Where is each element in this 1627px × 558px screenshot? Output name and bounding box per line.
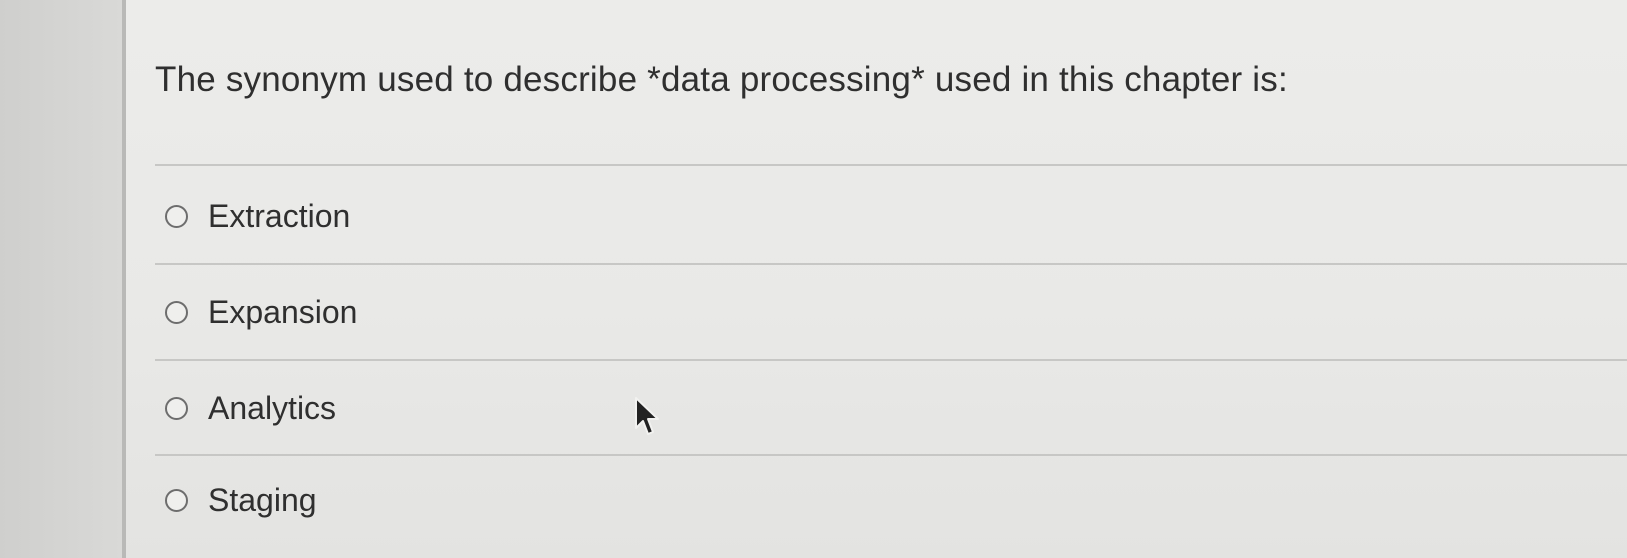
radio-unchecked-icon[interactable] xyxy=(165,300,188,324)
answer-divider xyxy=(155,263,1627,265)
answer-divider xyxy=(155,454,1627,456)
answer-label-analytics: Analytics xyxy=(208,389,337,426)
answer-label-expansion: Expansion xyxy=(208,293,358,330)
radio-unchecked-icon[interactable] xyxy=(165,204,188,228)
answer-option-analytics[interactable]: Analytics xyxy=(165,380,1615,436)
answer-option-staging[interactable]: Staging xyxy=(165,472,1615,528)
radio-unchecked-icon[interactable] xyxy=(165,488,188,512)
page-left-margin xyxy=(0,0,122,558)
answer-divider xyxy=(155,359,1627,361)
answer-option-extraction[interactable]: Extraction xyxy=(165,188,1615,244)
question-divider xyxy=(155,164,1627,166)
answer-label-extraction: Extraction xyxy=(208,197,351,234)
mouse-pointer-icon xyxy=(635,397,659,435)
question-text: The synonym used to describe *data proce… xyxy=(155,60,1288,99)
answer-option-expansion[interactable]: Expansion xyxy=(165,284,1615,340)
radio-unchecked-icon[interactable] xyxy=(165,396,188,420)
answer-label-staging: Staging xyxy=(208,481,317,518)
